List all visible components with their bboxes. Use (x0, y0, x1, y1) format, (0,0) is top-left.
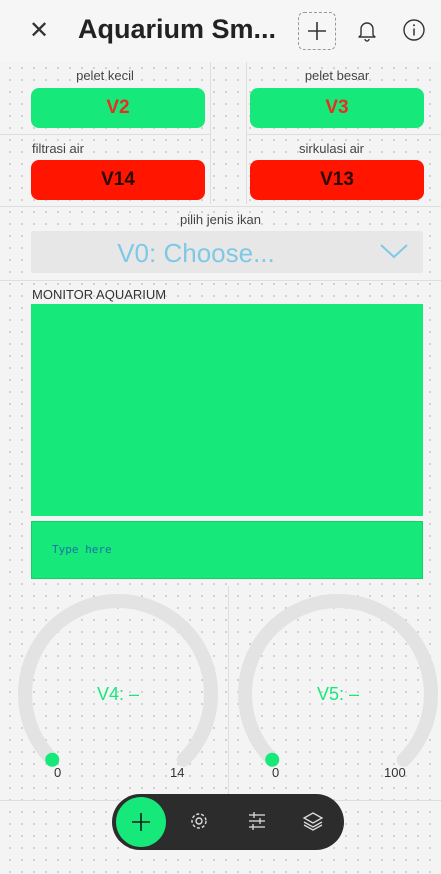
gauge-v4: V4: – 0 14 (0, 586, 228, 800)
terminal-label: MONITOR AQUARIUM (32, 287, 167, 302)
info-icon (403, 19, 425, 41)
button-label-sirkulasi-air: sirkulasi air (299, 141, 365, 156)
sliders-icon (249, 812, 265, 830)
project-title: Aquarium Sm... (78, 14, 277, 44)
gauge-value: V4: – (96, 684, 140, 704)
bell-icon (358, 22, 376, 42)
add-widget-button[interactable] (298, 12, 336, 50)
gauge-min-label: 0 (54, 765, 62, 780)
layers-icon (302, 812, 324, 831)
plus-icon (132, 813, 150, 831)
button-sirkulasi-air[interactable]: V13 (250, 160, 424, 200)
divider (0, 280, 441, 281)
close-icon[interactable]: ✕ (26, 18, 52, 44)
terminal-output (31, 304, 423, 516)
terminal-input[interactable] (50, 542, 414, 557)
fish-type-dropdown[interactable]: V0: Choose... (31, 231, 423, 273)
notifications-button[interactable] (355, 18, 379, 49)
settings-button[interactable] (188, 810, 210, 837)
gauge-v5: V5: – 0 100 (229, 586, 441, 800)
add-button[interactable] (116, 797, 166, 847)
button-label-pelet-kecil: pelet kecil (76, 68, 134, 83)
button-pelet-kecil[interactable]: V2 (31, 88, 205, 128)
divider (246, 134, 441, 135)
datastreams-button[interactable] (246, 810, 268, 837)
terminal-input-box[interactable] (31, 521, 423, 579)
bottom-toolbar (112, 794, 344, 850)
chevron-down-icon (380, 244, 408, 259)
button-pelet-besar[interactable]: V3 (250, 88, 424, 128)
gauge-max-label: 14 (170, 765, 185, 780)
divider (210, 62, 211, 204)
app-header: ✕ Aquarium Sm... (0, 0, 441, 62)
gauge-min-label: 0 (272, 765, 280, 780)
dropdown-value: V0: Choose... (117, 238, 275, 268)
info-button[interactable] (402, 18, 426, 47)
gauge-max-label: 100 (384, 765, 406, 780)
plus-icon (308, 22, 326, 40)
button-label-pelet-besar: pelet besar (304, 68, 370, 83)
menu-label: pilih jenis ikan (180, 212, 261, 227)
gauge-value: V5: – (316, 684, 360, 704)
button-filtrasi-air[interactable]: V14 (31, 160, 205, 200)
gear-icon (191, 813, 207, 829)
layers-button[interactable] (302, 810, 324, 837)
button-label-filtrasi-air: filtrasi air (32, 141, 85, 156)
divider (0, 206, 441, 207)
divider (246, 62, 247, 204)
divider (0, 134, 210, 135)
